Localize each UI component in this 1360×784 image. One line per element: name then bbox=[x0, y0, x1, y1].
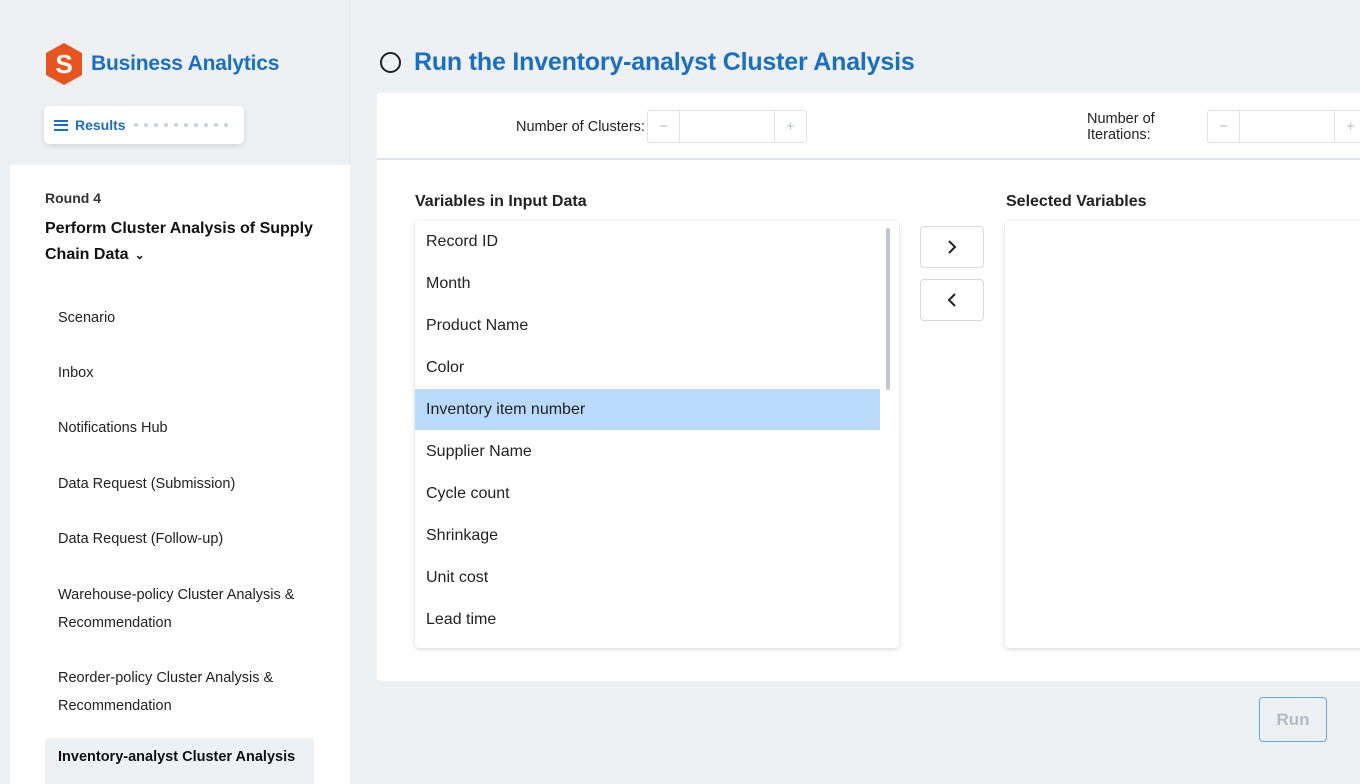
list-item[interactable]: Supplier Name bbox=[415, 431, 880, 472]
round-title[interactable]: Perform Cluster Analysis of Supply Chain… bbox=[45, 216, 335, 268]
page-title: Run the Inventory-analyst Cluster Analys… bbox=[414, 48, 915, 76]
run-button[interactable]: Run bbox=[1259, 697, 1327, 742]
list-item[interactable]: Month bbox=[415, 263, 880, 304]
nav-item-scenario[interactable]: Scenario bbox=[58, 304, 328, 332]
remove-variable-button[interactable] bbox=[920, 279, 984, 321]
input-variables-heading: Variables in Input Data bbox=[415, 193, 587, 210]
nav-item-data-request-submission[interactable]: Data Request (Submission) bbox=[58, 470, 328, 498]
selected-variables-heading: Selected Variables bbox=[1006, 193, 1147, 210]
iterations-input[interactable] bbox=[1239, 111, 1335, 142]
iterations-decrement-button[interactable]: − bbox=[1208, 111, 1239, 142]
nav-item-notifications-hub[interactable]: Notifications Hub bbox=[58, 414, 328, 442]
chevron-left-icon bbox=[947, 293, 956, 307]
list-item[interactable]: Unit cost bbox=[415, 557, 880, 598]
iterations-label: Number of Iterations: bbox=[1087, 110, 1155, 143]
clusters-input[interactable] bbox=[678, 111, 775, 142]
list-item[interactable]: Product Name bbox=[415, 305, 880, 346]
selected-variables-list[interactable] bbox=[1005, 221, 1360, 648]
nav-item-data-request-follow-up[interactable]: Data Request (Follow-up) bbox=[58, 525, 328, 553]
progress-dots bbox=[133, 123, 228, 127]
parameters-row: Number of Clusters: − + Number of Iterat… bbox=[377, 93, 1360, 160]
status-circle-icon bbox=[380, 52, 401, 73]
chevron-down-icon: ⌄ bbox=[134, 248, 145, 262]
list-item[interactable]: Record ID bbox=[415, 221, 880, 262]
list-item[interactable]: Lead time bbox=[415, 599, 880, 640]
page-title-row: Run the Inventory-analyst Cluster Analys… bbox=[380, 48, 915, 77]
logo-icon: S bbox=[46, 43, 82, 85]
iterations-param: Number of Iterations: − + bbox=[1087, 110, 1360, 143]
clusters-label: Number of Clusters: bbox=[516, 118, 645, 135]
list-item-selected[interactable]: Inventory item number bbox=[415, 389, 880, 430]
svg-text:S: S bbox=[55, 49, 72, 79]
round-panel: Round 4 Perform Cluster Analysis of Supp… bbox=[10, 165, 350, 784]
nav-item-warehouse-policy[interactable]: Warehouse-policy Cluster Analysis & Reco… bbox=[58, 581, 328, 637]
round-label: Round 4 bbox=[45, 190, 101, 206]
brand-title: Business Analytics bbox=[91, 52, 280, 75]
sidebar: S Business Analytics Results Round 4 Per… bbox=[0, 0, 350, 784]
nav-item-reorder-policy[interactable]: Reorder-policy Cluster Analysis & Recomm… bbox=[58, 664, 328, 720]
nav-item-inventory-analyst-active[interactable]: Inventory-analyst Cluster Analysis bbox=[45, 738, 314, 784]
list-item[interactable]: Color bbox=[415, 347, 880, 388]
analysis-card: Number of Clusters: − + Number of Iterat… bbox=[377, 93, 1360, 681]
nav-item-inbox[interactable]: Inbox bbox=[58, 359, 328, 387]
clusters-param: Number of Clusters: − + bbox=[516, 110, 807, 143]
clusters-increment-button[interactable]: + bbox=[775, 111, 806, 142]
add-variable-button[interactable] bbox=[920, 226, 984, 268]
chevron-right-icon bbox=[948, 240, 957, 254]
list-item[interactable]: Shrinkage bbox=[415, 515, 880, 556]
round-title-text: Perform Cluster Analysis of Supply Chain… bbox=[45, 220, 313, 263]
results-button[interactable]: Results bbox=[44, 106, 244, 144]
list-item[interactable]: Cycle count bbox=[415, 473, 880, 514]
iterations-increment-button[interactable]: + bbox=[1335, 111, 1360, 142]
input-variables-list[interactable]: Record ID Month Product Name Color Inven… bbox=[415, 221, 899, 648]
clusters-decrement-button[interactable]: − bbox=[648, 111, 679, 142]
iterations-stepper: − + bbox=[1207, 110, 1360, 143]
scrollbar-thumb[interactable] bbox=[886, 228, 890, 390]
brand[interactable]: S Business Analytics bbox=[44, 42, 279, 86]
menu-icon bbox=[54, 119, 68, 131]
clusters-stepper: − + bbox=[646, 110, 807, 143]
results-label: Results bbox=[75, 117, 126, 133]
